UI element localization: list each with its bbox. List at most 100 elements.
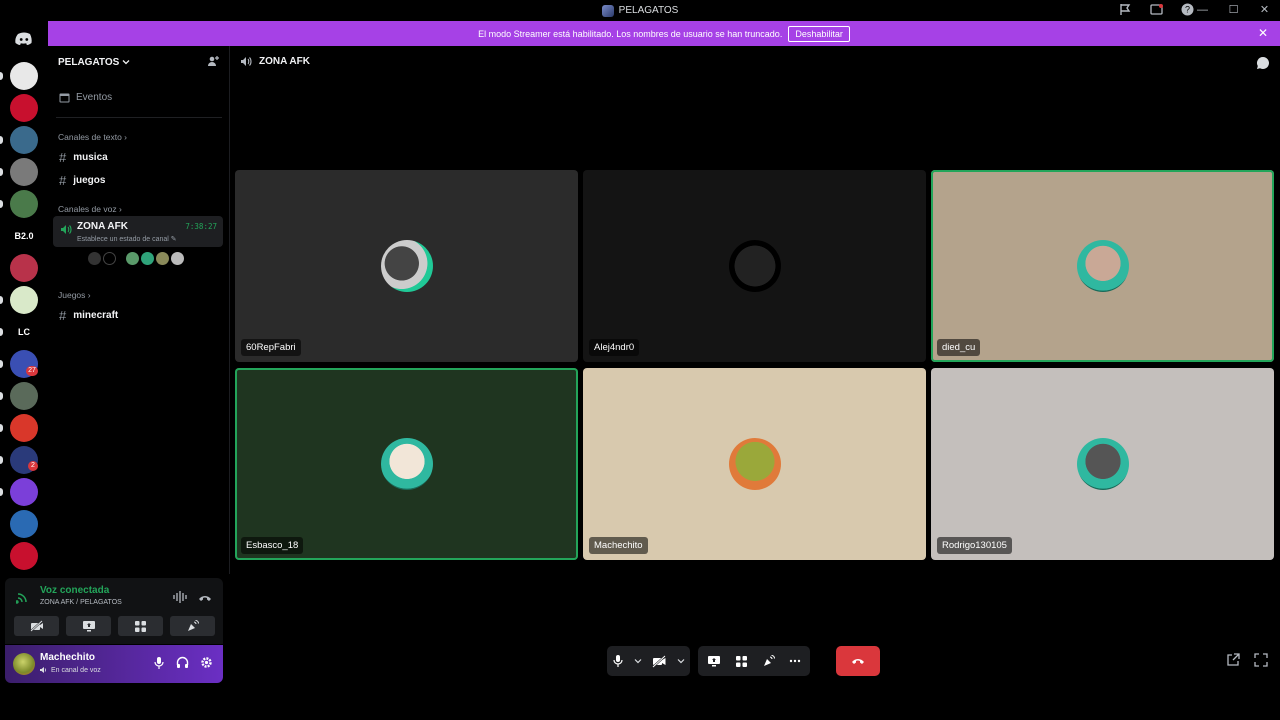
microphone-icon[interactable] (612, 654, 624, 668)
server-icon[interactable] (10, 542, 38, 570)
server-icon[interactable] (10, 382, 38, 410)
soundboard-button[interactable] (170, 616, 215, 636)
server-icon[interactable] (10, 254, 38, 282)
voice-panel-buttons (14, 616, 215, 636)
events-item[interactable]: Eventos (59, 92, 112, 103)
speaker-icon (40, 667, 46, 673)
guild-header[interactable]: PELAGATOS (48, 46, 229, 78)
disconnect-button[interactable] (836, 646, 880, 676)
participant-tile[interactable]: Alej4ndr0 (583, 170, 926, 362)
minimize-icon[interactable]: — (1187, 0, 1218, 21)
speaker-icon (241, 57, 252, 66)
user-controls (153, 656, 213, 675)
channel-sidebar: PELAGATOS Eventos Canales de texto › # mu… (48, 46, 230, 574)
chat-bubble-icon[interactable] (1256, 56, 1270, 75)
title-extras: ? (1119, 3, 1196, 18)
username[interactable]: Machechito (40, 652, 95, 663)
participant-tile[interactable]: Esbasco_18 (235, 368, 578, 560)
server-icon[interactable]: LC (10, 318, 38, 346)
server-icon[interactable] (10, 286, 38, 314)
popout-icon[interactable] (1226, 653, 1240, 672)
signal-icon[interactable] (15, 590, 30, 609)
participant-avatar (1076, 240, 1129, 292)
soundboard-icon[interactable] (762, 654, 775, 668)
screen-share-button[interactable] (66, 616, 111, 636)
server-icon[interactable] (10, 190, 38, 218)
disconnect-icon[interactable] (198, 590, 212, 608)
unread-indicator (0, 360, 3, 368)
voice-channel-zona-afk[interactable]: ZONA AFK Establece un estado de canal ✎ … (53, 216, 223, 247)
discord-window: PELAGATOS ? — ☐ ✕ B2.0 LC 27 2 El modo S… (0, 0, 1280, 720)
channel-status-placeholder[interactable]: Establece un estado de canal ✎ (77, 235, 177, 243)
unread-indicator (0, 488, 3, 496)
more-options-icon[interactable] (789, 659, 801, 663)
participant-tile[interactable]: 60RepFabri (235, 170, 578, 362)
stage-view-controls (1226, 653, 1268, 672)
chevron-down-icon[interactable] (677, 657, 685, 665)
participant-tile[interactable]: died_cu (931, 170, 1274, 362)
title-bar: PELAGATOS ? — ☐ ✕ (0, 0, 1280, 21)
chevron-down-icon[interactable] (634, 657, 642, 665)
category-juegos[interactable]: Juegos › (58, 290, 91, 300)
category-text[interactable]: Canales de texto › (58, 132, 127, 142)
voice-timer: 7:38:27 (185, 222, 217, 231)
discord-home-icon[interactable] (10, 25, 38, 53)
inbox-icon[interactable] (1150, 3, 1165, 18)
unread-indicator (0, 328, 3, 336)
unread-indicator (0, 72, 3, 80)
headphones-icon[interactable] (176, 656, 189, 675)
category-label: Canales de voz (58, 204, 117, 214)
user-panel: Machechito En canal de voz (5, 645, 223, 683)
channel-musica[interactable]: # musica (59, 150, 108, 165)
channel-juegos[interactable]: # juegos (59, 173, 105, 188)
activities-icon[interactable] (735, 655, 748, 668)
unread-indicator (0, 168, 3, 176)
microphone-icon[interactable] (153, 656, 165, 675)
avatar (88, 252, 101, 265)
server-icon[interactable] (10, 94, 38, 122)
hangup-icon (852, 659, 864, 664)
server-icon[interactable] (10, 62, 38, 90)
screen-share-icon[interactable] (707, 655, 721, 667)
close-window-icon[interactable]: ✕ (1249, 0, 1280, 21)
fullscreen-icon[interactable] (1254, 653, 1268, 672)
streamer-mode-banner: El modo Streamer está habilitado. Los no… (48, 21, 1280, 46)
server-icon[interactable] (10, 478, 38, 506)
noise-suppression-icon[interactable] (173, 590, 187, 608)
camera-off-icon[interactable] (652, 654, 667, 668)
server-icon[interactable] (10, 414, 38, 442)
settings-gear-icon[interactable] (200, 656, 213, 675)
add-member-icon[interactable] (207, 55, 219, 70)
mention-badge: 2 (28, 461, 38, 471)
participant-avatar (380, 240, 433, 292)
participant-avatar (728, 240, 781, 292)
disable-streamer-button[interactable]: Deshabilitar (788, 25, 850, 42)
flag-icon[interactable] (1119, 3, 1134, 18)
avatar (141, 252, 154, 265)
unread-indicator (0, 424, 3, 432)
channel-minecraft[interactable]: # minecraft (59, 308, 118, 323)
screen-share-icon (82, 621, 95, 632)
camera-off-button[interactable] (14, 616, 59, 636)
participant-name: died_cu (937, 339, 981, 356)
soundboard-icon (188, 619, 199, 631)
voice-members-avatars[interactable] (88, 252, 184, 265)
stage-actions (698, 646, 810, 676)
participant-tile[interactable]: Machechito (583, 368, 926, 560)
voice-connected-title: Voz conectada (40, 585, 110, 596)
server-icon[interactable] (10, 126, 38, 154)
maximize-icon[interactable]: ☐ (1218, 0, 1249, 21)
server-icon[interactable]: B2.0 (10, 222, 38, 250)
server-icon[interactable] (10, 158, 38, 186)
voice-connected-subtitle[interactable]: ZONA AFK / PELAGATOS (40, 599, 122, 606)
server-icon[interactable] (10, 510, 38, 538)
close-banner-icon[interactable]: ✕ (1258, 26, 1268, 40)
category-voice[interactable]: Canales de voz › (58, 204, 122, 214)
activities-button[interactable] (118, 616, 163, 636)
window-title-text: PELAGATOS (618, 5, 679, 16)
user-avatar[interactable] (13, 653, 35, 675)
channel-label: juegos (73, 175, 106, 186)
chevron-down-icon (122, 60, 130, 65)
participant-name: Rodrigo130105 (937, 537, 1012, 554)
participant-tile[interactable]: Rodrigo130105 (931, 368, 1274, 560)
